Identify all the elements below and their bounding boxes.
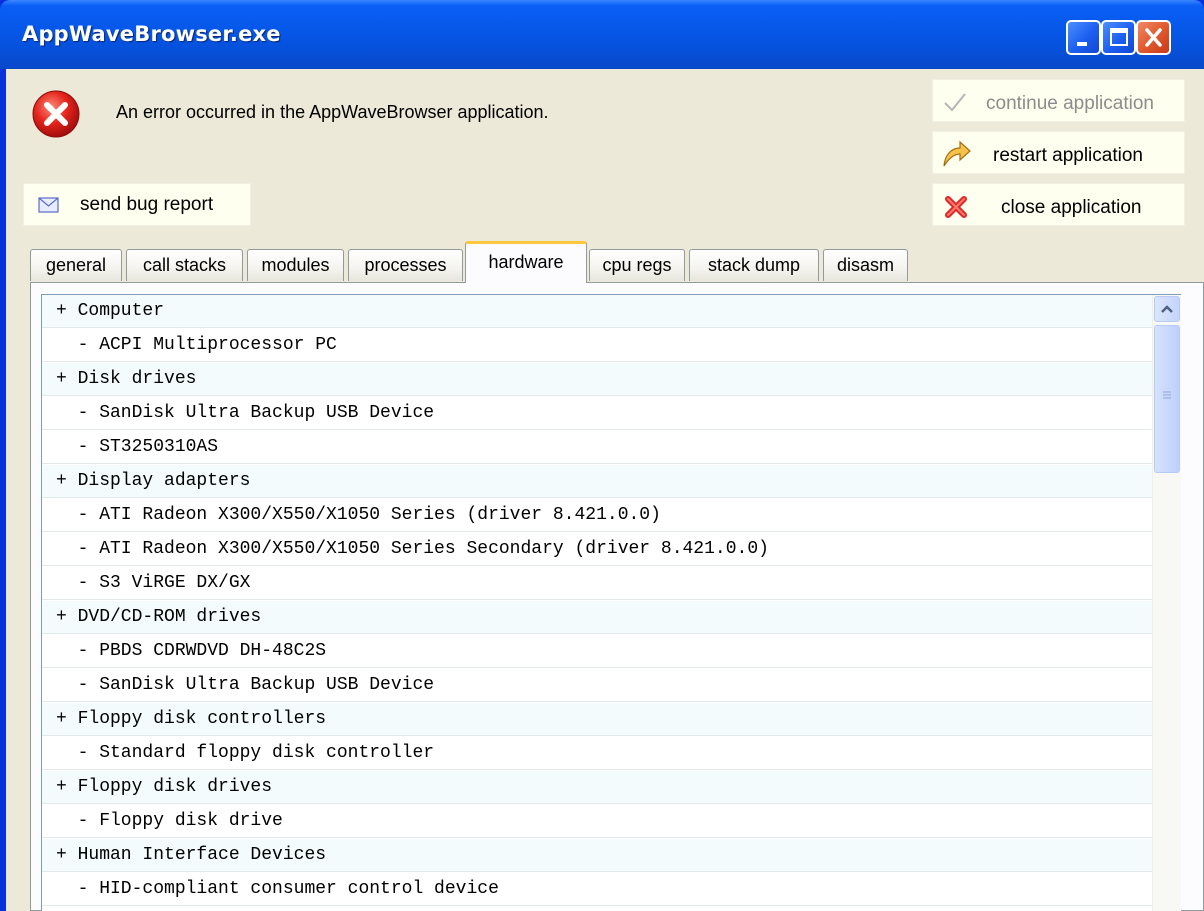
- app-window: AppWaveBrowser.exe An error occurred in …: [0, 0, 1204, 911]
- tab-label: stack dump: [707, 255, 801, 275]
- red-x-icon: [945, 196, 967, 218]
- minimize-icon: [1077, 42, 1087, 46]
- grip-icon: [1163, 391, 1171, 399]
- scroll-thumb[interactable]: [1154, 325, 1180, 473]
- continue-application-button[interactable]: continue application: [932, 79, 1185, 122]
- checkmark-icon: [944, 93, 966, 112]
- scroll-up-button[interactable]: [1154, 296, 1180, 322]
- client-area: An error occurred in the AppWaveBrowser …: [6, 69, 1204, 911]
- tab-processes[interactable]: processes: [348, 249, 463, 281]
- send-bug-report-label: send bug report: [80, 194, 214, 215]
- maximize-button[interactable]: [1101, 20, 1136, 55]
- close-icon: [1145, 28, 1162, 47]
- device-row[interactable]: - ATI Radeon X300/X550/X1050 Series (dri…: [42, 499, 1152, 532]
- category-row[interactable]: + Floppy disk controllers: [42, 703, 1152, 736]
- tab-call-stacks[interactable]: call stacks: [126, 249, 243, 281]
- tab-label: hardware: [488, 252, 564, 272]
- tab-label: call stacks: [142, 255, 227, 275]
- vertical-scrollbar[interactable]: [1152, 295, 1181, 911]
- category-row[interactable]: + Human Interface Devices: [42, 839, 1152, 872]
- device-row[interactable]: - ST3250310AS: [42, 431, 1152, 464]
- restart-application-label: restart application: [993, 145, 1143, 166]
- close-application-button[interactable]: close application: [932, 183, 1185, 226]
- device-row[interactable]: - SanDisk Ultra Backup USB Device: [42, 397, 1152, 430]
- tab-label: modules: [261, 255, 330, 275]
- title-bar[interactable]: AppWaveBrowser.exe: [0, 0, 1204, 69]
- hardware-panel: + Computer - ACPI Multiprocessor PC + Dis…: [30, 282, 1204, 911]
- category-row[interactable]: + Disk drives: [42, 363, 1152, 396]
- window-title: AppWaveBrowser.exe: [22, 22, 281, 46]
- device-row[interactable]: - SanDisk Ultra Backup USB Device: [42, 669, 1152, 702]
- tab-general[interactable]: general: [30, 249, 122, 281]
- device-row[interactable]: - ATI Radeon X300/X550/X1050 Series Seco…: [42, 533, 1152, 566]
- category-row[interactable]: + Computer: [42, 295, 1152, 328]
- hardware-list[interactable]: + Computer - ACPI Multiprocessor PC + Dis…: [41, 294, 1181, 911]
- error-icon: [31, 89, 81, 143]
- send-bug-report-button[interactable]: send bug report: [23, 183, 251, 226]
- tab-disasm[interactable]: disasm: [823, 249, 908, 281]
- restart-application-button[interactable]: restart application: [932, 131, 1185, 174]
- chevron-up-icon: [1161, 305, 1173, 313]
- category-row[interactable]: + Display adapters: [42, 465, 1152, 498]
- envelope-icon: [38, 197, 59, 213]
- category-row[interactable]: + Floppy disk drives: [42, 771, 1152, 804]
- device-row[interactable]: - Floppy disk drive: [42, 805, 1152, 838]
- device-row[interactable]: - Standard floppy disk controller: [42, 737, 1152, 770]
- device-row[interactable]: - HID-compliant consumer control device: [42, 873, 1152, 906]
- device-row[interactable]: - S3 ViRGE DX/GX: [42, 567, 1152, 600]
- tab-cpu-regs[interactable]: cpu regs: [589, 249, 685, 281]
- continue-application-label: continue application: [986, 93, 1154, 114]
- tab-label: cpu regs: [602, 255, 672, 275]
- device-row[interactable]: - ACPI Multiprocessor PC: [42, 329, 1152, 362]
- tab-hardware[interactable]: hardware: [465, 241, 587, 283]
- maximize-icon: [1110, 28, 1128, 46]
- tab-label: general: [45, 255, 107, 275]
- close-application-label: close application: [1001, 197, 1142, 218]
- tab-label: disasm: [836, 255, 894, 275]
- tab-stack-dump[interactable]: stack dump: [689, 249, 819, 281]
- tab-label: processes: [364, 255, 447, 275]
- close-button[interactable]: [1136, 20, 1171, 55]
- device-row[interactable]: - PBDS CDRWDVD DH-48C2S: [42, 635, 1152, 668]
- error-message: An error occurred in the AppWaveBrowser …: [116, 102, 549, 122]
- restart-arrow-icon: [943, 140, 971, 167]
- category-row[interactable]: + DVD/CD-ROM drives: [42, 601, 1152, 634]
- tab-modules[interactable]: modules: [247, 249, 344, 281]
- minimize-button[interactable]: [1066, 20, 1101, 55]
